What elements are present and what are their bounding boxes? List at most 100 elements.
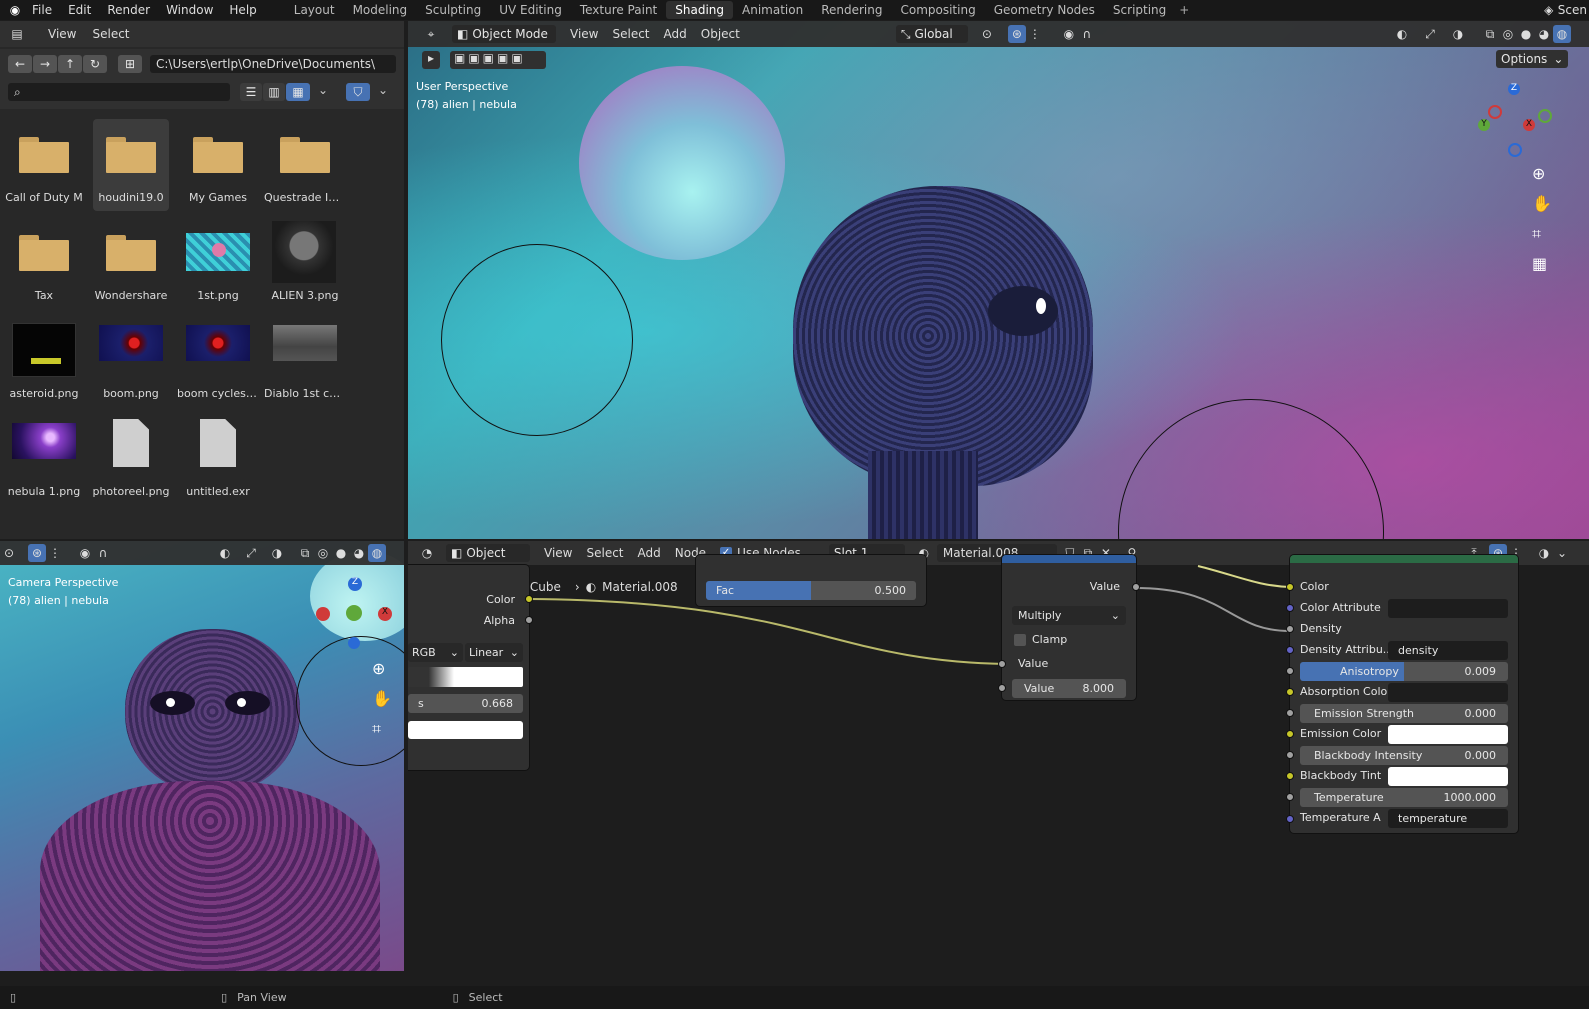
blackbody-tint-swatch[interactable]	[1388, 767, 1508, 786]
scene-icon[interactable]: ◈	[1540, 1, 1558, 19]
pan-hand-icon[interactable]: ✋	[1532, 194, 1552, 213]
color-mode-dropdown[interactable]: RGB ⌄	[408, 643, 463, 662]
camera-viewport[interactable]: ⊙ ⊛ ⋮ ◉ ∩ ◐ ⤢ ◑ ⧉ ◎ ● ◕ ◍ Camera Perspec…	[0, 541, 404, 971]
snap-target-icon[interactable]: ⋮	[46, 544, 64, 562]
fac-slider[interactable]: Fac 0.500	[706, 581, 916, 600]
ramp-color-swatch[interactable]	[408, 721, 523, 739]
axis-y-icon[interactable]	[346, 605, 362, 621]
temperature-field[interactable]: Temperature 1000.000	[1300, 788, 1508, 807]
selection-modes[interactable]: ▣▣▣▣▣	[450, 51, 546, 69]
rendered-shading-icon[interactable]: ◍	[1553, 25, 1571, 43]
menu-window[interactable]: Window	[158, 3, 221, 17]
snap-target-icon[interactable]: ⋮	[1026, 25, 1044, 43]
overlay-icon[interactable]: ◑	[1449, 25, 1467, 43]
rendered-shading-icon[interactable]: ◍	[368, 544, 386, 562]
value-output-socket[interactable]	[1132, 583, 1140, 591]
anisotropy-slider[interactable]: Anisotropy 0.009	[1300, 662, 1508, 681]
emission-color-swatch[interactable]	[1388, 725, 1508, 744]
image-texture-node[interactable]: Color Alpha RGB ⌄ Linear ⌄ s 0.668	[408, 565, 533, 770]
absorption-color-swatch[interactable]	[1388, 683, 1508, 702]
tab-sculpting[interactable]: Sculpting	[416, 1, 490, 19]
camera-view-icon[interactable]: ⌗	[1532, 224, 1541, 244]
tab-shading[interactable]: Shading	[666, 1, 733, 19]
emission-color-socket[interactable]	[1286, 730, 1294, 738]
options-dropdown[interactable]: Options ⌄	[1496, 50, 1569, 68]
proportional-icon[interactable]: ◉	[1060, 25, 1078, 43]
tab-modeling[interactable]: Modeling	[344, 1, 417, 19]
mode-dropdown[interactable]: ◧ Object Mode	[452, 25, 556, 43]
navigation-gizmo[interactable]: Z X	[316, 577, 396, 657]
value-field-socket[interactable]	[998, 684, 1006, 692]
volume-node[interactable]: Color Color Attribute Density Density At…	[1286, 555, 1518, 833]
gizmo-toggle-icon[interactable]: ⤢	[1421, 25, 1439, 43]
navigation-gizmo[interactable]: Z Y X	[1478, 83, 1558, 163]
viewport-menu-object[interactable]: Object	[701, 27, 740, 41]
viewport-menu-select[interactable]: Select	[612, 27, 649, 41]
tab-layout[interactable]: Layout	[285, 1, 344, 19]
axis-neg-z-icon[interactable]	[348, 637, 360, 649]
orientation-dropdown[interactable]: ⤡ Global	[895, 25, 968, 43]
editor-type-icon[interactable]: ⌖	[422, 25, 440, 43]
gizmo-toggle-icon[interactable]: ⤢	[242, 544, 260, 562]
list-view-icon[interactable]: ☰	[240, 83, 262, 101]
anisotropy-socket[interactable]	[1286, 667, 1294, 675]
file-item-selected[interactable]: houdini19.0	[93, 119, 169, 211]
falloff-icon[interactable]: ∩	[94, 544, 112, 562]
color-input-socket[interactable]	[1286, 583, 1294, 591]
mix-node[interactable]: Fac 0.500	[696, 555, 926, 606]
file-item[interactable]: Wondershare	[88, 215, 174, 311]
color-output-socket[interactable]	[525, 595, 533, 603]
blackbody-intensity-socket[interactable]	[1286, 751, 1294, 759]
file-item[interactable]: ALIEN 3.png	[262, 215, 348, 311]
camera-view-icon[interactable]: ⌗	[372, 719, 381, 739]
tab-animation[interactable]: Animation	[733, 1, 812, 19]
file-item[interactable]: Diablo 1st ch...	[262, 313, 348, 409]
temperature-attribute-socket[interactable]	[1286, 815, 1294, 823]
axis-neg-x-icon[interactable]	[1488, 105, 1502, 119]
zoom-icon[interactable]: ⊕	[1532, 164, 1545, 183]
xray-icon[interactable]: ⧉	[296, 544, 314, 562]
tab-geometry-nodes[interactable]: Geometry Nodes	[985, 1, 1104, 19]
wireframe-shading-icon[interactable]: ◎	[1499, 25, 1517, 43]
scene-name[interactable]: Scen	[1558, 3, 1589, 17]
tab-uv-editing[interactable]: UV Editing	[490, 1, 571, 19]
file-item[interactable]: Questrade IQ ...	[262, 117, 348, 213]
editor-type-icon[interactable]: ▤	[8, 25, 26, 43]
path-field[interactable]: C:\Users\ertlp\OneDrive\Documents\	[150, 55, 396, 73]
density-attribute-socket[interactable]	[1286, 646, 1294, 654]
main-viewport[interactable]: ⌖ ◧ Object Mode View Select Add Object ⤡…	[408, 21, 1589, 539]
axis-z-icon[interactable]: Z	[1508, 83, 1520, 95]
file-item[interactable]: My Games	[175, 117, 261, 213]
thumbnail-view-icon[interactable]: ▦	[286, 83, 310, 101]
menu-render[interactable]: Render	[99, 3, 158, 17]
color-ramp[interactable]	[408, 667, 523, 687]
file-item[interactable]: boom.png	[88, 313, 174, 409]
axis-neg-x-icon[interactable]	[316, 607, 330, 621]
operation-dropdown[interactable]: Multiply ⌄	[1012, 606, 1126, 625]
overlay-icon[interactable]: ◑	[268, 544, 286, 562]
solid-shading-icon[interactable]: ●	[332, 544, 350, 562]
color-attribute-socket[interactable]	[1286, 604, 1294, 612]
xray-icon[interactable]: ⧉	[1481, 25, 1499, 43]
axis-y-icon[interactable]: Y	[1478, 119, 1490, 131]
emission-strength-socket[interactable]	[1286, 709, 1294, 717]
axis-neg-z-icon[interactable]	[1508, 143, 1522, 157]
ortho-toggle-icon[interactable]: ▦	[1532, 254, 1547, 273]
color-attribute-field[interactable]	[1388, 599, 1508, 618]
menu-help[interactable]: Help	[221, 3, 264, 17]
parent-button[interactable]: ↑	[58, 55, 82, 73]
pan-hand-icon[interactable]: ✋	[372, 689, 392, 708]
tab-texture-paint[interactable]: Texture Paint	[571, 1, 666, 19]
add-workspace-icon[interactable]: +	[1175, 1, 1193, 19]
blender-logo-icon[interactable]: ◉	[6, 1, 24, 19]
file-item[interactable]: Call of Duty M	[1, 117, 87, 213]
tab-scripting[interactable]: Scripting	[1104, 1, 1175, 19]
value-input-socket[interactable]	[998, 660, 1006, 668]
new-folder-button[interactable]: ⊞	[118, 55, 142, 73]
material-shading-icon[interactable]: ◕	[1535, 25, 1553, 43]
blackbody-intensity-field[interactable]: Blackbody Intensity 0.000	[1300, 746, 1508, 765]
ramp-value-field[interactable]: s 0.668	[408, 694, 523, 713]
file-menu-view[interactable]: View	[48, 27, 76, 41]
blackbody-tint-socket[interactable]	[1286, 772, 1294, 780]
file-item[interactable]: asteroid.png	[1, 313, 87, 409]
